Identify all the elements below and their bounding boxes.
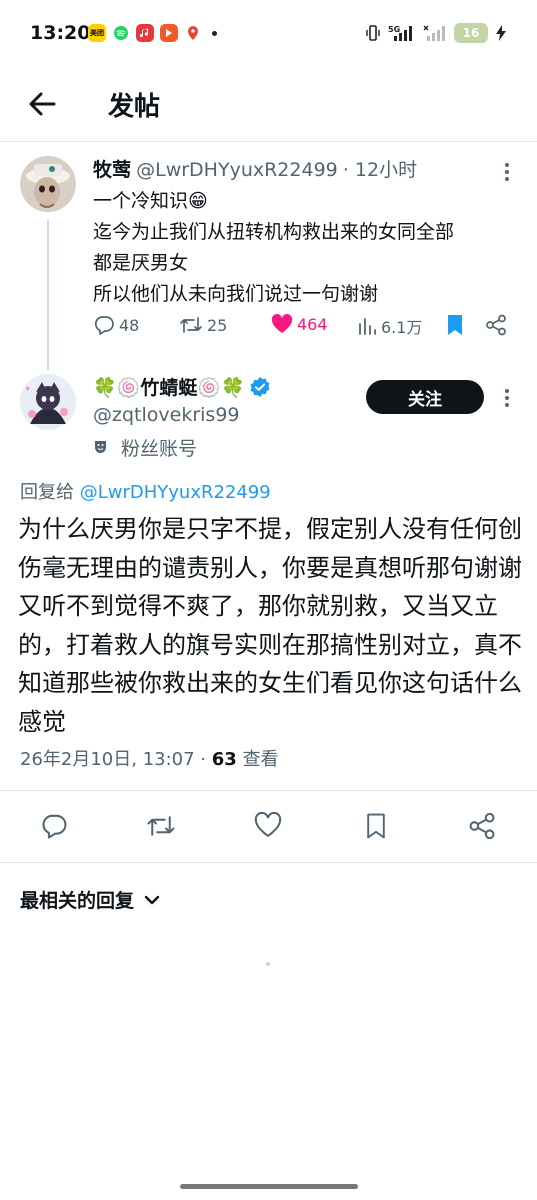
more-vertical-icon (505, 163, 509, 181)
reply-sort-label: 最相关的回复 (20, 890, 135, 912)
retweet-action[interactable]: 25 (179, 314, 227, 336)
vibrate-icon (366, 25, 380, 41)
share-button[interactable] (468, 812, 496, 844)
signal-5g-icon: 5G (388, 25, 412, 41)
reply-tweet-actions (0, 808, 537, 848)
retweet-button[interactable] (146, 812, 176, 844)
fan-account-label: 粉丝账号 (121, 438, 198, 460)
more-notifications-dot (212, 30, 217, 36)
battery-indicator: 16 (454, 23, 488, 43)
tweet-timestamp-row: 26年2月10日, 13:07 · 63 查看 (20, 745, 279, 771)
actions-divider (0, 862, 537, 863)
share-icon (469, 812, 495, 840)
page-title: 发帖 (108, 92, 161, 122)
reply-author-name[interactable]: 🍀🍥竹蜻蜓🍥🍀 (93, 373, 245, 400)
views-action[interactable]: 6.1万 (357, 314, 422, 338)
theater-masks-icon (95, 440, 106, 453)
avatar-image (20, 374, 76, 430)
chevron-down-icon (144, 895, 160, 904)
verified-badge-icon (250, 376, 270, 397)
music-icon (136, 24, 154, 42)
tweet-timestamp[interactable]: 26年2月10日, 13:07 · (20, 749, 206, 770)
reply-icon (94, 316, 114, 335)
status-indicators: 5G 16 (365, 23, 507, 43)
avatar-image (20, 156, 76, 212)
tweet-line: 一个冷知识😁 (93, 190, 208, 212)
bookmark-icon (367, 813, 385, 839)
thread-connector (47, 220, 49, 370)
bookmark-action[interactable] (445, 314, 465, 336)
original-author-avatar[interactable] (20, 156, 76, 212)
spotify-icon (112, 24, 130, 42)
reply-sort-selector[interactable]: 最相关的回复 (20, 886, 160, 913)
replying-to-mention[interactable]: @LwrDHYyuxR22499 (80, 482, 271, 503)
gesture-home-bar[interactable] (180, 1184, 358, 1189)
original-tweet-text: 一个冷知识😁 迄今为止我们从扭转机构救出来的女同全部 都是厌男女 所以他们从未向… (93, 186, 523, 310)
original-author-name[interactable]: 牧莺 (93, 159, 131, 181)
maps-icon (184, 24, 202, 42)
signal-icon (423, 25, 445, 41)
tweet-view-count: 63 (211, 749, 237, 770)
like-action[interactable]: 464 (271, 314, 328, 334)
reply-more-button[interactable] (497, 386, 517, 414)
heart-filled-icon (271, 314, 293, 333)
share-action[interactable] (485, 314, 507, 336)
status-bar: 13:20 美团 5G 16 (0, 0, 537, 70)
original-tweet-time: · 12小时 (342, 159, 418, 181)
replying-to: 回复给 @LwrDHYyuxR22499 (20, 478, 271, 504)
tweet-view-label: 查看 (242, 749, 279, 770)
tweet-line: 所以他们从未向我们说过一句谢谢 (93, 283, 379, 305)
reply-author-avatar[interactable] (20, 374, 76, 430)
reply-author-name-row: 🍀🍥竹蜻蜓🍥🍀 (93, 373, 271, 400)
charging-icon (496, 25, 506, 41)
original-tweet-actions: 48 25 464 6.1万 (93, 314, 513, 344)
like-count: 464 (297, 314, 328, 334)
views-chart-icon (359, 318, 376, 335)
heart-icon (254, 811, 282, 838)
retweet-icon (180, 317, 202, 333)
share-icon (486, 314, 506, 336)
reply-action[interactable]: 48 (93, 314, 139, 336)
original-more-button[interactable] (497, 160, 517, 188)
original-tweet-header: 牧莺 @LwrDHYyuxR22499 · 12小时 (93, 155, 417, 182)
like-button[interactable] (254, 811, 282, 842)
back-arrow-icon (29, 92, 56, 116)
bookmark-filled-icon (448, 315, 462, 335)
reply-author-handle[interactable]: @zqtlovekris99 (93, 404, 240, 426)
notification-icons: 美团 (88, 24, 217, 42)
replying-to-label: 回复给 (20, 482, 74, 503)
reply-tweet-text: 为什么厌男你是只字不提，假定别人没有任何创伤毫无理由的谴责别人，你要是真想听那句… (18, 515, 522, 736)
tweet-line: 都是厌男女 (93, 252, 189, 274)
svg-text:5G: 5G (388, 25, 400, 34)
meituan-icon: 美团 (88, 24, 106, 42)
follow-button[interactable]: 关注 (366, 380, 484, 414)
original-author-handle[interactable]: @LwrDHYyuxR22499 (136, 159, 338, 181)
reply-button[interactable] (40, 812, 68, 844)
section-divider (0, 790, 537, 791)
top-app-bar: 发帖 (0, 72, 537, 138)
more-vertical-icon (505, 389, 509, 407)
view-count: 6.1万 (381, 318, 423, 337)
header-divider (0, 141, 537, 142)
loading-indicator (266, 962, 270, 966)
reply-icon (42, 814, 67, 839)
bookmark-button[interactable] (364, 812, 388, 844)
retweet-icon (147, 816, 175, 836)
status-time: 13:20 (30, 22, 91, 44)
app-icon (160, 24, 178, 42)
fan-account-badge: 粉丝账号 (93, 434, 197, 461)
back-button[interactable] (24, 86, 60, 122)
reply-count: 48 (119, 315, 140, 335)
retweet-count: 25 (207, 315, 228, 335)
tweet-line: 迄今为止我们从扭转机构救出来的女同全部 (93, 221, 455, 243)
